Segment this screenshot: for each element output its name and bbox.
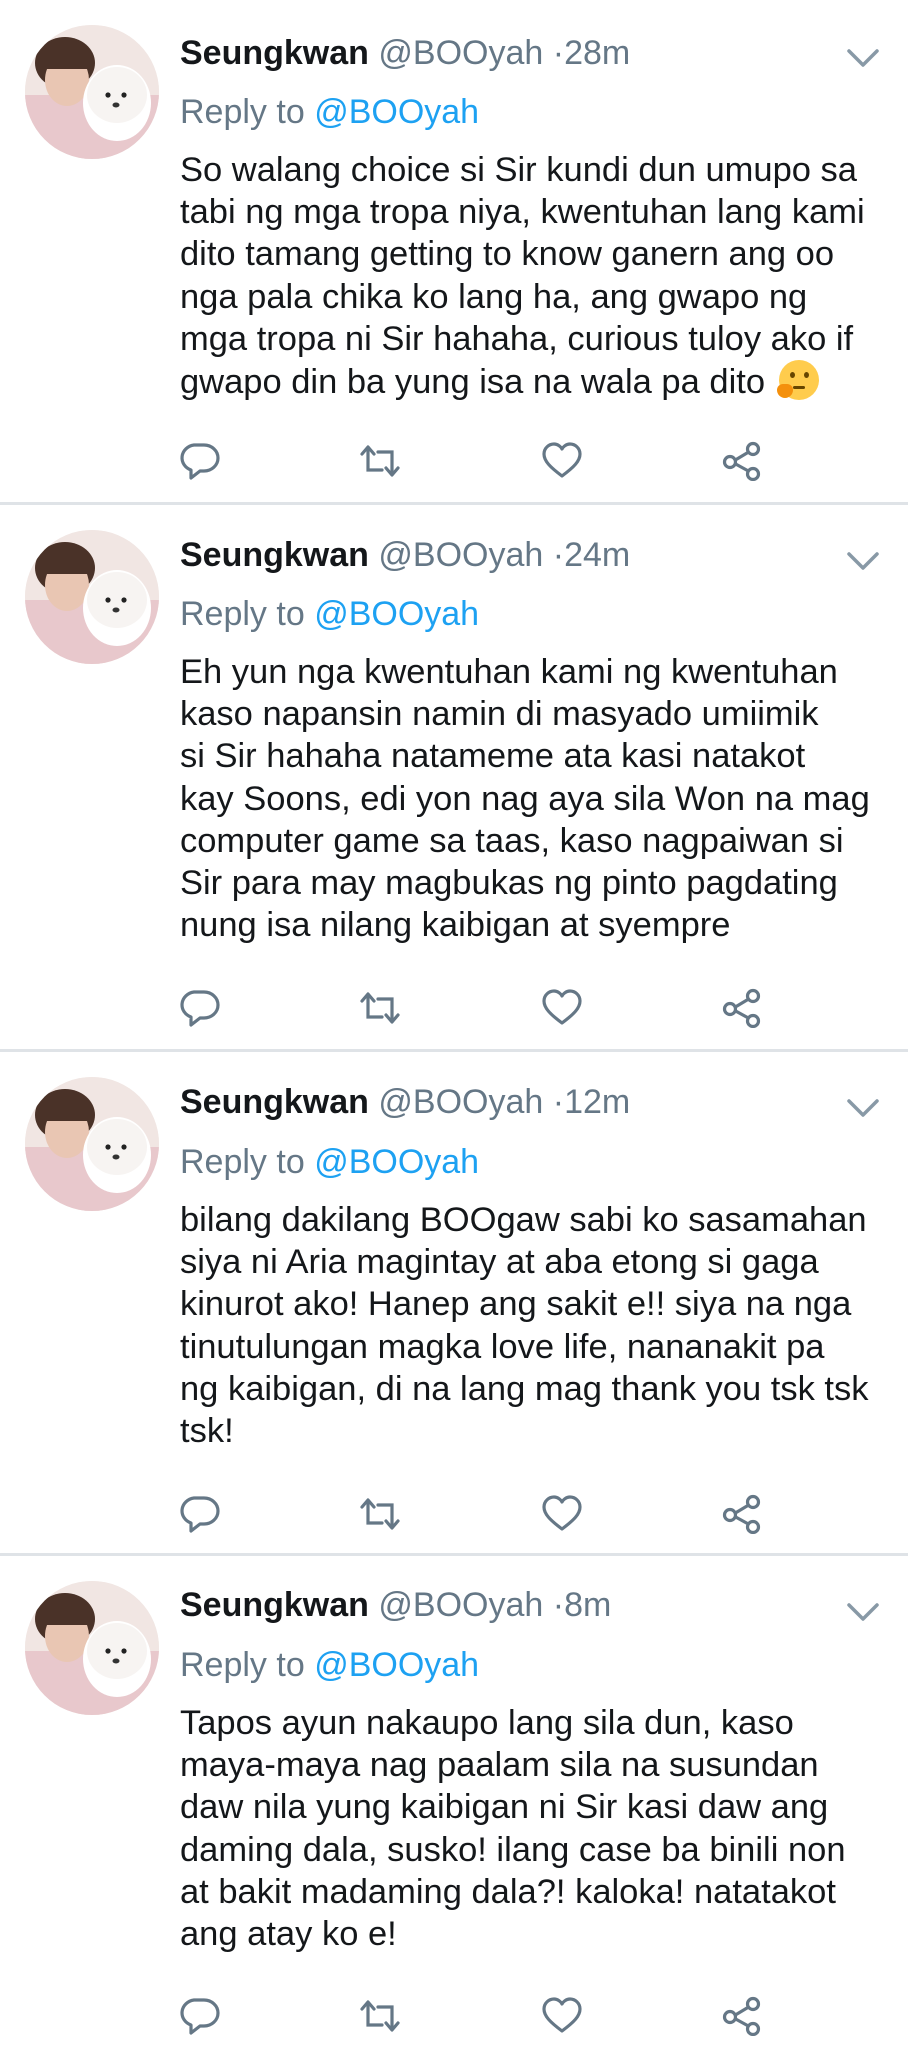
heart-icon[interactable] (540, 441, 584, 481)
avatar[interactable] (25, 1077, 159, 1211)
text-line: Eh yun nga kwentuhan kami ng kwentuhan (180, 653, 838, 691)
chevron-down-icon[interactable] (846, 1601, 880, 1623)
author-name[interactable]: Seungkwan (180, 1083, 369, 1121)
reply-handle-link[interactable]: @BOOyah (314, 93, 479, 131)
tweet-header: Seungkwan @BOOyah ·28m (180, 33, 630, 73)
separator: · (552, 1586, 565, 1624)
text-line: kinurot ako! Hanep ang sakit e!! siya na… (180, 1285, 852, 1324)
tweet-header: Seungkwan @BOOyah ·12m (180, 1082, 630, 1122)
reply-context: Reply to @BOOyah (180, 1645, 479, 1685)
timestamp[interactable]: 12m (564, 1083, 630, 1121)
chevron-down-icon[interactable] (846, 1097, 880, 1119)
thinking-face-emoji-icon (776, 360, 819, 401)
reply-icon[interactable] (178, 988, 222, 1028)
chevron-down-icon[interactable] (846, 47, 880, 69)
tweet[interactable]: Seungkwan @BOOyah ·12m Reply to @BOOyah … (0, 1052, 908, 1552)
tweet[interactable]: Seungkwan @BOOyah ·24m Reply to @BOOyah … (0, 505, 908, 1049)
text-line: ng kaibigan, di na lang mag thank you ts… (180, 1369, 869, 1408)
text-line: Sir para may magbukas ng pinto pagdating (180, 864, 838, 903)
reply-prefix: Reply to (180, 93, 305, 131)
text-line: kay Soons, edi yon nag aya sila Won na m… (180, 779, 870, 818)
share-icon[interactable] (720, 1996, 764, 2036)
tweet-text: bilang dakilang BOOgaw sabi ko sasamahan… (180, 1199, 880, 1452)
tweet-text: So walang choice si Sir kundi dun umupo … (180, 149, 880, 403)
retweet-icon[interactable] (358, 988, 402, 1028)
heart-icon[interactable] (540, 1494, 584, 1534)
timestamp[interactable]: 28m (564, 34, 630, 72)
text-line: computer game sa taas, kaso nagpaiwan si (180, 821, 844, 860)
tweet-actions (0, 988, 908, 1028)
text-line: kaso napansin namin di masyado umiimik (180, 695, 819, 734)
author-name[interactable]: Seungkwan (180, 1586, 369, 1624)
author-handle[interactable]: @BOOyah (378, 536, 543, 574)
text-line: daw nila yung kaibigan ni Sir kasi daw a… (180, 1788, 829, 1827)
text-line: tinutulungan magka love life, nananakit … (180, 1327, 825, 1366)
reply-prefix: Reply to (180, 1143, 305, 1181)
reply-context: Reply to @BOOyah (180, 594, 479, 634)
author-name[interactable]: Seungkwan (180, 536, 369, 574)
text-line: maya-maya nag paalam sila na susundan (180, 1746, 819, 1785)
separator: · (552, 34, 565, 72)
tweet-actions (0, 1996, 908, 2036)
retweet-icon[interactable] (358, 441, 402, 481)
timestamp[interactable]: 24m (564, 536, 630, 574)
tweet-text: Tapos ayun nakaupo lang sila dun, kaso m… (180, 1702, 880, 1955)
text-line: nung isa nilang kaibigan at syempre (180, 906, 731, 945)
text-line: si Sir hahaha natameme ata kasi natakot (180, 737, 806, 776)
avatar[interactable] (25, 530, 159, 664)
reply-prefix: Reply to (180, 1646, 305, 1684)
tweet[interactable]: Seungkwan @BOOyah ·28m Reply to @BOOyah … (0, 0, 908, 500)
reply-icon[interactable] (178, 1996, 222, 2036)
reply-handle-link[interactable]: @BOOyah (314, 1143, 479, 1181)
reply-context: Reply to @BOOyah (180, 1142, 479, 1182)
separator: · (552, 536, 565, 574)
reply-icon[interactable] (178, 441, 222, 481)
reply-handle-link[interactable]: @BOOyah (314, 595, 479, 633)
heart-icon[interactable] (540, 988, 584, 1028)
text-line-with-emoji: gwapo din ba yung isa na wala pa dito (180, 360, 880, 403)
tweet-actions (0, 441, 908, 481)
reply-icon[interactable] (178, 1494, 222, 1534)
retweet-icon[interactable] (358, 1494, 402, 1534)
retweet-icon[interactable] (358, 1996, 402, 2036)
separator: · (552, 1083, 565, 1121)
tweet-header: Seungkwan @BOOyah ·24m (180, 535, 630, 575)
share-icon[interactable] (720, 1494, 764, 1534)
text-line: nga pala chika ko lang ha, ang gwapo ng (180, 277, 808, 316)
reply-handle-link[interactable]: @BOOyah (314, 1646, 479, 1684)
text-line: Tapos ayun nakaupo lang sila dun, kaso (180, 1704, 794, 1742)
text-line: tsk! (180, 1412, 234, 1451)
text-line: at bakit madaming dala?! kaloka! natatak… (180, 1872, 836, 1911)
tweet-header: Seungkwan @BOOyah ·8m (180, 1585, 611, 1625)
text-line: tabi ng mga tropa niya, kwentuhan lang k… (180, 193, 865, 232)
text-line: mga tropa ni Sir hahaha, curious tuloy a… (180, 319, 854, 358)
share-icon[interactable] (720, 441, 764, 481)
text-line: dito tamang getting to know ganern ang o… (180, 235, 835, 274)
text-line: gwapo din ba yung isa na wala pa dito (180, 363, 766, 402)
chevron-down-icon[interactable] (846, 550, 880, 572)
text-line: siya ni Aria magintay at aba etong si ga… (180, 1243, 819, 1282)
avatar[interactable] (25, 25, 159, 159)
author-handle[interactable]: @BOOyah (378, 1083, 543, 1121)
text-line: daming dala, susko! ilang case ba binili… (180, 1830, 846, 1869)
timestamp[interactable]: 8m (564, 1586, 611, 1624)
tweet[interactable]: Seungkwan @BOOyah ·8m Reply to @BOOyah T… (0, 1556, 908, 2048)
text-line: So walang choice si Sir kundi dun umupo … (180, 151, 857, 189)
tweet-text: Eh yun nga kwentuhan kami ng kwentuhan k… (180, 651, 880, 946)
author-name[interactable]: Seungkwan (180, 34, 369, 72)
heart-icon[interactable] (540, 1996, 584, 2036)
text-line: bilang dakilang BOOgaw sabi ko sasamahan (180, 1201, 867, 1239)
reply-prefix: Reply to (180, 595, 305, 633)
tweet-actions (0, 1494, 908, 1534)
reply-context: Reply to @BOOyah (180, 92, 479, 132)
share-icon[interactable] (720, 988, 764, 1028)
text-line: ang atay ko e! (180, 1915, 397, 1954)
avatar[interactable] (25, 1581, 159, 1715)
author-handle[interactable]: @BOOyah (378, 34, 543, 72)
author-handle[interactable]: @BOOyah (378, 1586, 543, 1624)
